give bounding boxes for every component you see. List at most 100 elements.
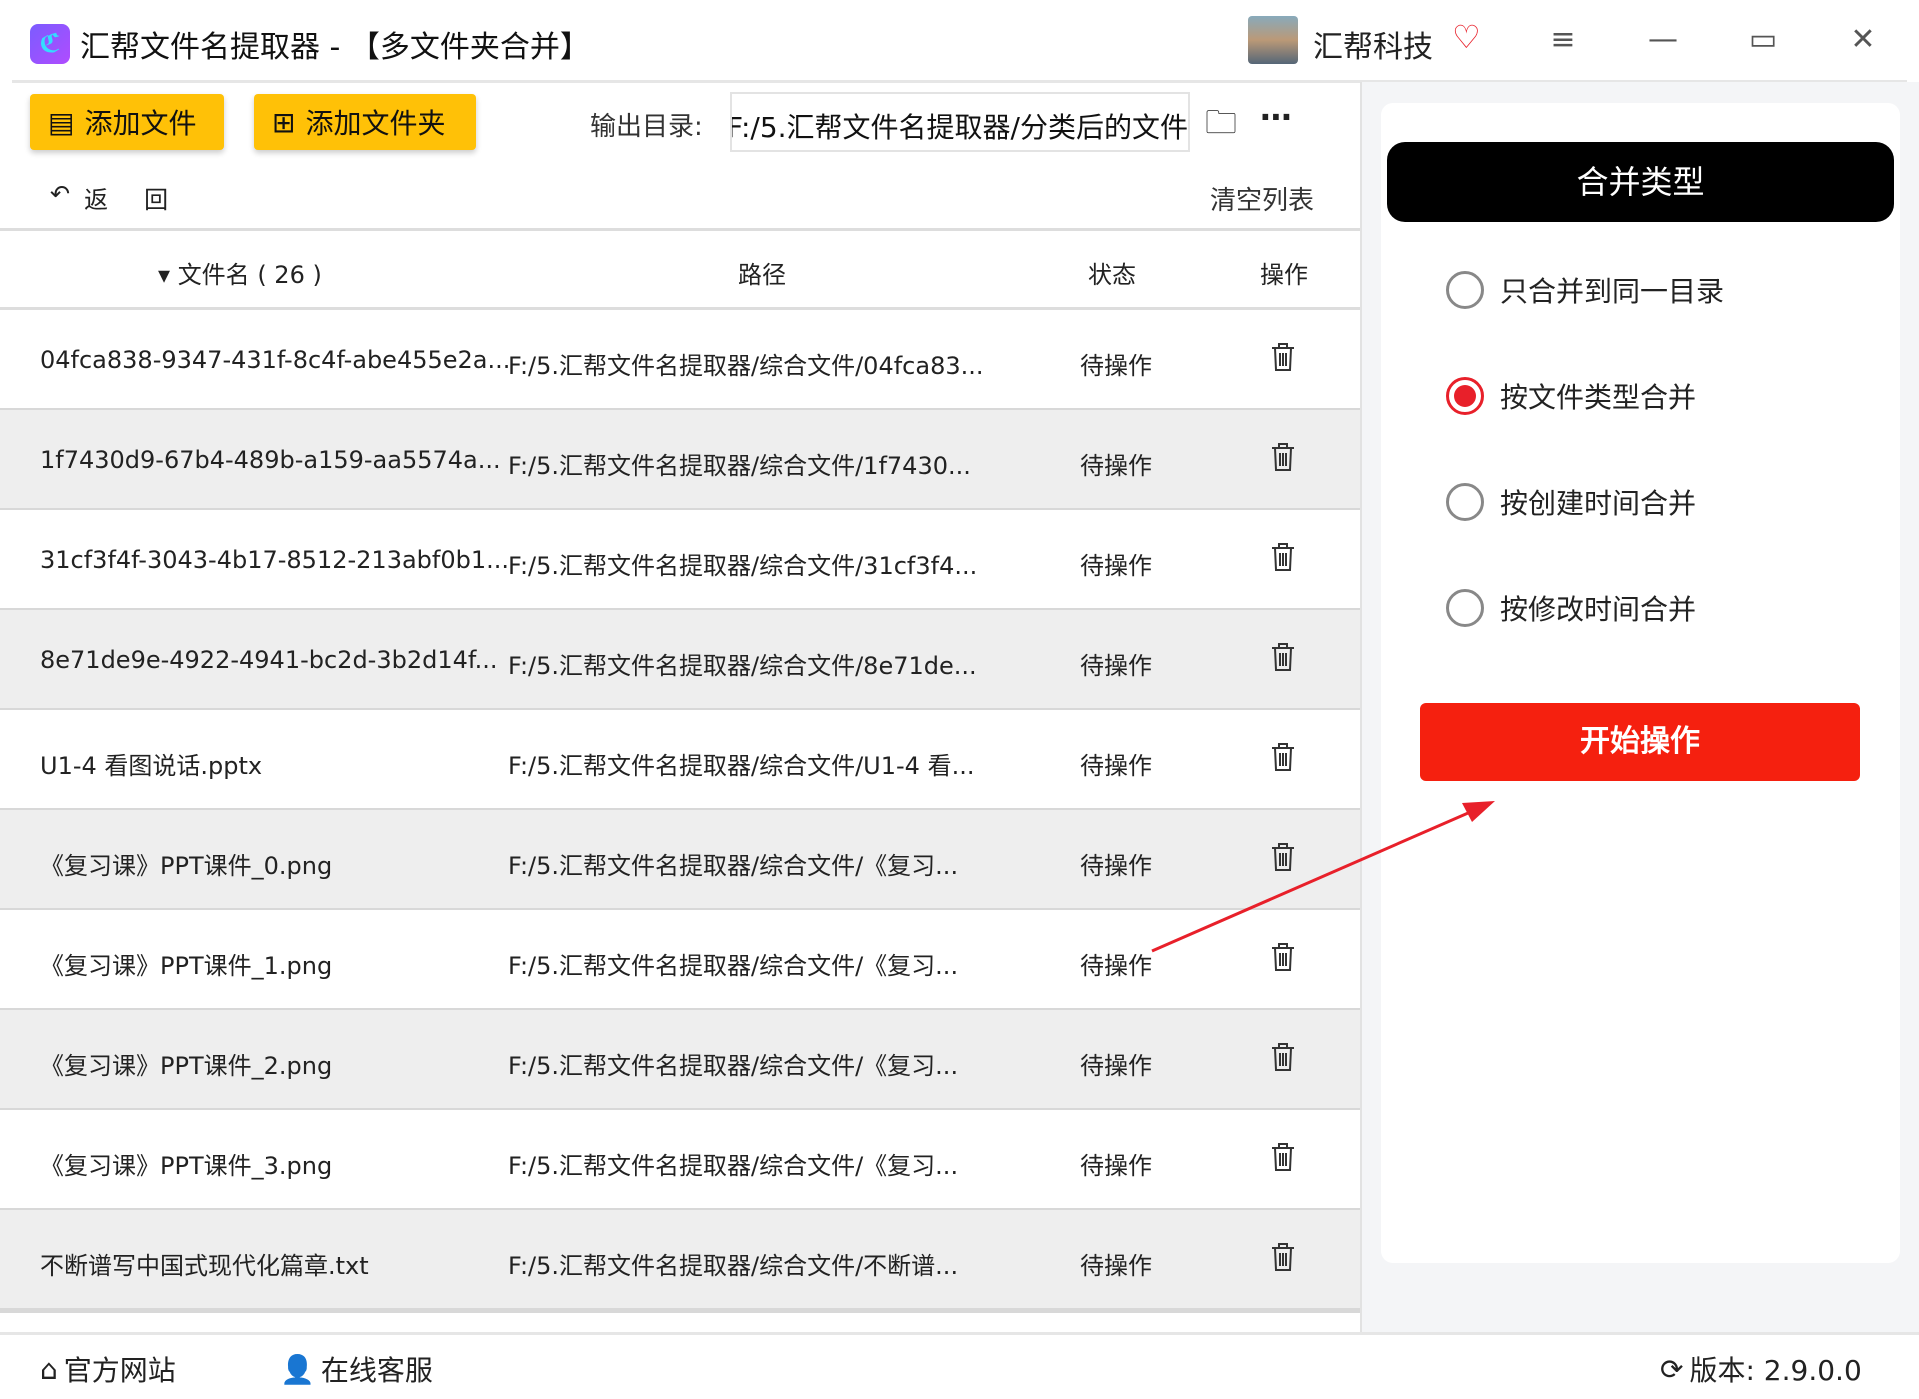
table-row[interactable]: 04fca838-9347-431f-8c4f-abe455e2a... F:/… — [0, 310, 1360, 410]
merge-option[interactable]: 按文件类型合并 — [1446, 376, 1696, 416]
divider — [0, 1310, 1360, 1332]
output-dir-input[interactable]: F:/5.汇帮文件名提取器/分类后的文件 — [730, 92, 1190, 152]
trash-icon[interactable] — [1270, 1142, 1296, 1172]
file-name: 《复习课》PPT课件_1.png — [40, 952, 333, 980]
app-logo-icon: ℭ — [30, 24, 70, 64]
output-dir-label: 输出目录: — [590, 112, 703, 142]
merge-option[interactable]: 按修改时间合并 — [1446, 588, 1696, 628]
file-status: 待操作 — [1080, 1152, 1152, 1180]
table-row[interactable]: 1f7430d9-67b4-489b-a159-aa5574a... F:/5.… — [0, 410, 1360, 510]
file-status: 待操作 — [1080, 352, 1152, 380]
user-icon: 👤 — [280, 1352, 315, 1386]
header-path: 路径 — [738, 261, 786, 289]
add-folder-button[interactable]: ⊞ 添加文件夹 — [254, 94, 476, 150]
back-label-2: 回 — [144, 186, 169, 214]
menu-icon[interactable]: ≡ — [1543, 22, 1583, 57]
file-status: 待操作 — [1080, 952, 1152, 980]
website-label: 官方网站 — [63, 1354, 176, 1387]
output-dir-value: F:/5.汇帮文件名提取器/分类后的文件 — [730, 111, 1188, 144]
file-name: 《复习课》PPT课件_2.png — [40, 1052, 333, 1080]
file-name: U1-4 看图说话.pptx — [40, 752, 263, 780]
trash-icon[interactable] — [1270, 842, 1296, 872]
file-name: 不断谱写中国式现代化篇章.txt — [40, 1252, 369, 1280]
header-status: 状态 — [1088, 261, 1136, 289]
back-button[interactable]: ↶ 返 回 — [50, 180, 168, 215]
file-name: 《复习课》PPT课件_0.png — [40, 852, 333, 880]
file-path: F:/5.汇帮文件名提取器/综合文件/《复习... — [508, 1052, 959, 1080]
file-name: 1f7430d9-67b4-489b-a159-aa5574a... — [40, 446, 501, 474]
file-status: 待操作 — [1080, 652, 1152, 680]
refresh-icon[interactable]: ⟳ — [1660, 1353, 1683, 1386]
table-row[interactable]: U1-4 看图说话.pptx F:/5.汇帮文件名提取器/综合文件/U1-4 看… — [0, 710, 1360, 810]
trash-icon[interactable] — [1270, 942, 1296, 972]
add-file-label: 添加文件 — [84, 107, 197, 140]
header-name[interactable]: ▾ 文件名 ( 26 ) — [158, 255, 322, 290]
close-button[interactable]: ✕ — [1843, 22, 1883, 57]
file-name: 31cf3f4f-3043-4b17-8512-213abf0b1... — [40, 546, 510, 574]
file-path: F:/5.汇帮文件名提取器/综合文件/8e71de... — [508, 652, 977, 680]
vip-icon[interactable]: ♡ — [1452, 18, 1481, 56]
merge-option-label: 按修改时间合并 — [1500, 593, 1697, 626]
trash-icon[interactable] — [1270, 342, 1296, 372]
merge-option-label: 按创建时间合并 — [1500, 487, 1697, 520]
file-status: 待操作 — [1080, 1252, 1152, 1280]
file-path: F:/5.汇帮文件名提取器/综合文件/《复习... — [508, 1152, 959, 1180]
file-name: 《复习课》PPT课件_3.png — [40, 1152, 333, 1180]
footer: ⌂ 官方网站 👤 在线客服 ⟳ 版本: 2.9.0.0 — [0, 1332, 1919, 1399]
table-row[interactable]: 不断谱写中国式现代化篇章.txt F:/5.汇帮文件名提取器/综合文件/不断谱.… — [0, 1210, 1360, 1310]
table-row[interactable]: 《复习课》PPT课件_2.png F:/5.汇帮文件名提取器/综合文件/《复习.… — [0, 1010, 1360, 1110]
table-row[interactable]: 《复习课》PPT课件_3.png F:/5.汇帮文件名提取器/综合文件/《复习.… — [0, 1110, 1360, 1210]
trash-icon[interactable] — [1270, 642, 1296, 672]
version-label: 版本: 2.9.0.0 — [1689, 1354, 1862, 1387]
avatar[interactable] — [1248, 16, 1298, 64]
window-title: 汇帮文件名提取器 - 【多文件夹合并】 — [80, 30, 590, 65]
file-path: F:/5.汇帮文件名提取器/综合文件/04fca83... — [508, 352, 984, 380]
back-icon: ↶ — [50, 180, 71, 208]
home-icon: ⌂ — [40, 1352, 58, 1386]
header-action: 操作 — [1260, 261, 1308, 289]
trash-icon[interactable] — [1270, 742, 1296, 772]
table-row[interactable]: 《复习课》PPT课件_1.png F:/5.汇帮文件名提取器/综合文件/《复习.… — [0, 910, 1360, 1010]
merge-option[interactable]: 按创建时间合并 — [1446, 482, 1696, 522]
file-path: F:/5.汇帮文件名提取器/综合文件/不断谱... — [508, 1252, 959, 1280]
radio-button[interactable] — [1446, 377, 1484, 415]
radio-button[interactable] — [1446, 589, 1484, 627]
radio-button[interactable] — [1446, 483, 1484, 521]
back-label: 返 — [84, 186, 109, 214]
add-folder-label: 添加文件夹 — [305, 107, 446, 140]
start-button[interactable]: 开始操作 — [1420, 703, 1860, 781]
website-link[interactable]: ⌂ 官方网站 — [40, 1349, 176, 1389]
file-path: F:/5.汇帮文件名提取器/综合文件/1f7430... — [508, 452, 971, 480]
radio-button[interactable] — [1446, 271, 1484, 309]
maximize-button[interactable]: ▭ — [1743, 22, 1783, 57]
trash-icon[interactable] — [1270, 442, 1296, 472]
file-name: 04fca838-9347-431f-8c4f-abe455e2a... — [40, 346, 511, 374]
table-row[interactable]: 31cf3f4f-3043-4b17-8512-213abf0b1... F:/… — [0, 510, 1360, 610]
table-row[interactable]: 8e71de9e-4922-4941-bc2d-3b2d14f... F:/5.… — [0, 610, 1360, 710]
trash-icon[interactable] — [1270, 542, 1296, 572]
file-status: 待操作 — [1080, 852, 1152, 880]
file-name: 8e71de9e-4922-4941-bc2d-3b2d14f... — [40, 646, 498, 674]
minimize-button[interactable]: — — [1643, 22, 1683, 57]
file-status: 待操作 — [1080, 452, 1152, 480]
file-path: F:/5.汇帮文件名提取器/综合文件/U1-4 看... — [508, 752, 975, 780]
brand-name: 汇帮科技 — [1313, 30, 1433, 65]
folder-open-icon[interactable]: 🗀 — [1205, 100, 1237, 154]
file-path: F:/5.汇帮文件名提取器/综合文件/31cf3f4... — [508, 552, 978, 580]
merge-option[interactable]: 只合并到同一目录 — [1446, 270, 1724, 310]
more-icon[interactable]: ⋯ — [1260, 98, 1292, 136]
table-row[interactable]: 《复习课》PPT课件_0.png F:/5.汇帮文件名提取器/综合文件/《复习.… — [0, 810, 1360, 910]
support-link[interactable]: 👤 在线客服 — [280, 1349, 433, 1389]
support-label: 在线客服 — [320, 1354, 433, 1387]
file-status: 待操作 — [1080, 552, 1152, 580]
merge-type-header: 合并类型 — [1387, 142, 1894, 222]
add-file-button[interactable]: ▤ 添加文件 — [30, 94, 224, 150]
trash-icon[interactable] — [1270, 1242, 1296, 1272]
trash-icon[interactable] — [1270, 1042, 1296, 1072]
clear-list-button[interactable]: 清空列表 — [1210, 180, 1314, 217]
file-status: 待操作 — [1080, 752, 1152, 780]
table-header: ▾ 文件名 ( 26 ) 路径 状态 操作 — [0, 228, 1360, 310]
merge-option-label: 按文件类型合并 — [1500, 381, 1697, 414]
file-path: F:/5.汇帮文件名提取器/综合文件/《复习... — [508, 952, 959, 980]
file-path: F:/5.汇帮文件名提取器/综合文件/《复习... — [508, 852, 959, 880]
